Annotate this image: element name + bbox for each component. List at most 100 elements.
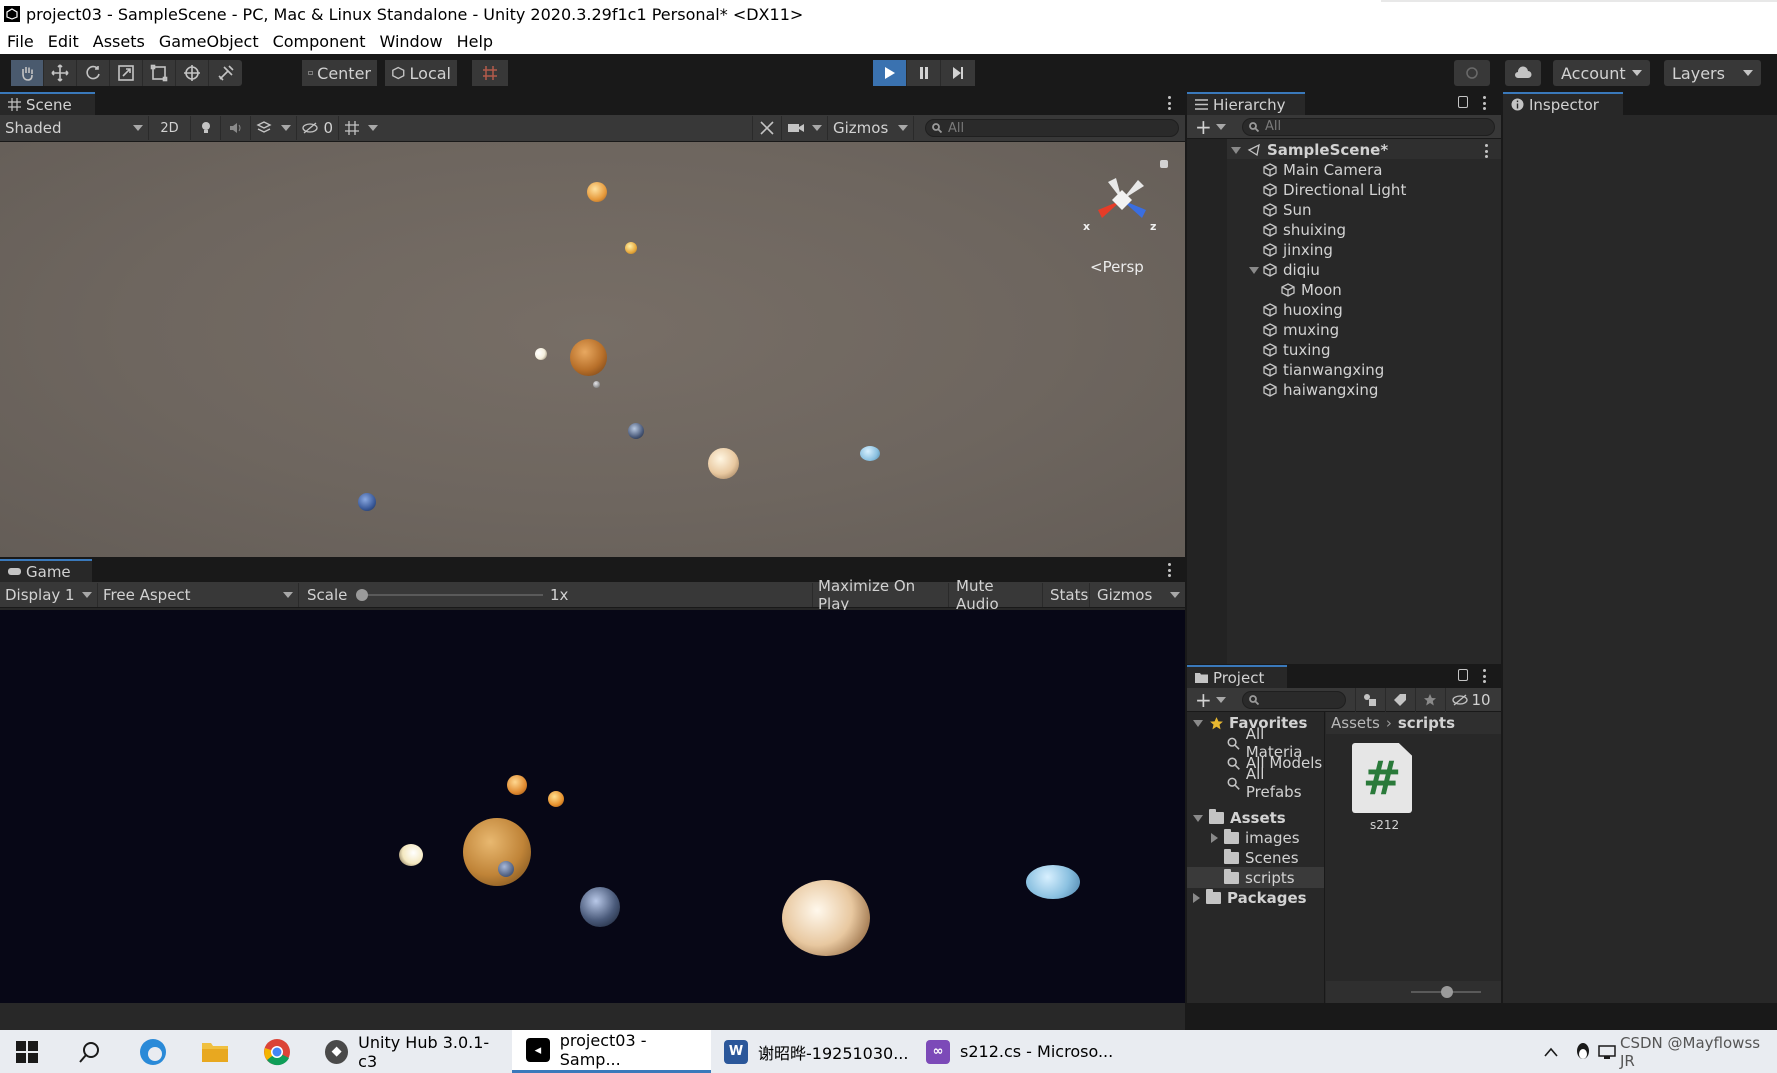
account-dropdown[interactable]: Account — [1553, 60, 1650, 86]
scale-slider-thumb[interactable] — [356, 588, 368, 601]
hierarchy-item-shuixing[interactable]: shuixing — [1263, 220, 1346, 240]
tab-hierarchy[interactable]: Hierarchy — [1187, 92, 1305, 115]
gizmo-lock-icon[interactable] — [1160, 160, 1168, 168]
menu-assets[interactable]: Assets — [86, 32, 152, 51]
aspect-dropdown[interactable]: Free Aspect — [98, 582, 299, 607]
taskbar-search-button[interactable] — [79, 1030, 101, 1073]
rotate-tool-button[interactable] — [77, 60, 110, 86]
moon-object[interactable] — [593, 381, 600, 388]
hierarchy-more-icon[interactable] — [1482, 96, 1486, 110]
assets-folder-item[interactable]: Assets — [1193, 808, 1286, 828]
hierarchy-item-diqiu[interactable]: diqiu — [1249, 260, 1320, 280]
scale-slider[interactable]: Scale 1x — [299, 583, 579, 607]
haiwangxing-object[interactable] — [358, 493, 376, 511]
project-add-button[interactable]: + — [1187, 688, 1227, 712]
display-dropdown[interactable]: Display 1 — [0, 582, 98, 607]
hierarchy-item-main-camera[interactable]: Main Camera — [1263, 160, 1382, 180]
favorite-button[interactable] — [1415, 687, 1443, 712]
game-viewport[interactable] — [0, 610, 1185, 1003]
scene-viewport[interactable]: x z <Persp — [0, 142, 1185, 557]
hidden-packages-toggle[interactable]: 10 — [1445, 687, 1497, 712]
hierarchy-item-huoxing[interactable]: huoxing — [1263, 300, 1343, 320]
file-explorer-button[interactable] — [201, 1030, 229, 1073]
taskbar-unity-hub[interactable]: ◆ Unity Hub 3.0.1-c3 — [323, 1030, 503, 1073]
search-by-type-button[interactable] — [1355, 687, 1383, 712]
grid-snap-button[interactable] — [472, 60, 508, 86]
menu-help[interactable]: Help — [450, 32, 500, 51]
project-more-icon[interactable] — [1482, 669, 1486, 683]
menu-edit[interactable]: Edit — [41, 32, 86, 51]
gizmos-dropdown[interactable]: Gizmos — [828, 116, 914, 140]
shuixing-object[interactable] — [625, 242, 637, 254]
effects-dropdown[interactable] — [251, 116, 297, 140]
muxing-object[interactable] — [570, 339, 607, 376]
hierarchy-search-input[interactable]: All — [1242, 117, 1495, 136]
tuxing-object[interactable] — [708, 448, 739, 479]
scene-tools-button[interactable] — [752, 116, 782, 140]
menu-window[interactable]: Window — [372, 32, 449, 51]
tab-project[interactable]: Project — [1187, 665, 1287, 688]
scene-more-icon[interactable] — [1167, 96, 1171, 110]
game-more-icon[interactable] — [1167, 563, 1171, 577]
jinxing-object[interactable] — [535, 348, 547, 360]
breadcrumb-current[interactable]: scripts — [1398, 714, 1455, 732]
menu-file[interactable]: File — [0, 32, 41, 51]
hand-tool-button[interactable] — [11, 60, 44, 86]
hierarchy-item-muxing[interactable]: muxing — [1263, 320, 1339, 340]
edge-button[interactable] — [139, 1030, 167, 1073]
breadcrumb-root[interactable]: Assets — [1331, 714, 1380, 732]
folder-scenes[interactable]: Scenes — [1224, 848, 1299, 868]
pivot-local-button[interactable]: Local — [385, 60, 457, 86]
icon-size-slider-thumb[interactable] — [1441, 986, 1453, 998]
play-button[interactable] — [873, 60, 907, 86]
hidden-objects-toggle[interactable]: 0 — [297, 116, 339, 140]
network-tray-icon[interactable] — [1598, 1030, 1616, 1073]
folder-scripts[interactable]: scripts — [1224, 868, 1295, 888]
perspective-label[interactable]: <Persp — [1090, 258, 1144, 276]
scene-orientation-gizmo[interactable]: x z — [1080, 172, 1160, 242]
project-lock-icon[interactable] — [1458, 669, 1468, 681]
scene-root-item[interactable]: SampleScene* — [1231, 140, 1388, 160]
shading-mode-dropdown[interactable]: Shaded — [0, 116, 149, 140]
chrome-button[interactable] — [263, 1030, 291, 1073]
custom-tool-button[interactable] — [209, 60, 242, 86]
hierarchy-item-haiwangxing[interactable]: haiwangxing — [1263, 380, 1378, 400]
move-tool-button[interactable] — [44, 60, 77, 86]
step-button[interactable] — [941, 60, 975, 86]
tianwangxing-object[interactable] — [860, 446, 880, 461]
sun-object[interactable] — [587, 182, 607, 202]
menu-component[interactable]: Component — [266, 32, 373, 51]
start-button[interactable] — [16, 1030, 38, 1073]
hierarchy-item-tuxing[interactable]: tuxing — [1263, 340, 1330, 360]
tab-scene[interactable]: Scene — [0, 92, 95, 115]
diqiu-object[interactable] — [628, 423, 644, 439]
cloud-button[interactable] — [1505, 60, 1541, 86]
taskbar-unity-editor[interactable]: ◂ project03 - Samp... — [512, 1030, 711, 1073]
hierarchy-add-button[interactable]: + — [1187, 115, 1227, 139]
qq-tray-icon[interactable] — [1574, 1030, 1592, 1073]
maximize-on-play-toggle[interactable]: Maximize On Play — [812, 577, 949, 613]
hierarchy-item-directional-light[interactable]: Directional Light — [1263, 180, 1406, 200]
favorite-all-materials[interactable]: All Materia — [1227, 725, 1324, 761]
search-by-label-button[interactable] — [1385, 687, 1413, 712]
camera-dropdown[interactable] — [782, 116, 828, 140]
menu-gameobject[interactable]: GameObject — [152, 32, 266, 51]
taskbar-visual-studio[interactable]: ∞ s212.cs - Microso... — [924, 1030, 1124, 1073]
pause-button[interactable] — [907, 60, 941, 86]
scene-item-more-icon[interactable] — [1484, 144, 1488, 158]
folder-images[interactable]: images — [1211, 828, 1300, 848]
layers-dropdown[interactable]: Layers — [1664, 60, 1761, 86]
hierarchy-item-moon[interactable]: Moon — [1281, 280, 1342, 300]
scene-search-input[interactable]: All — [925, 119, 1179, 137]
pivot-center-button[interactable]: Center — [302, 60, 377, 86]
project-search-input[interactable] — [1242, 690, 1346, 709]
game-gizmos-dropdown[interactable]: Gizmos — [1092, 583, 1185, 607]
transform-tool-button[interactable] — [176, 60, 209, 86]
scale-tool-button[interactable] — [110, 60, 143, 86]
tab-game[interactable]: Game — [0, 559, 92, 582]
toggle-2d-button[interactable]: 2D — [149, 116, 191, 140]
hierarchy-item-sun[interactable]: Sun — [1263, 200, 1312, 220]
lighting-toggle[interactable] — [191, 116, 221, 140]
hierarchy-item-tianwangxing[interactable]: tianwangxing — [1263, 360, 1384, 380]
collab-button[interactable] — [1454, 60, 1490, 86]
